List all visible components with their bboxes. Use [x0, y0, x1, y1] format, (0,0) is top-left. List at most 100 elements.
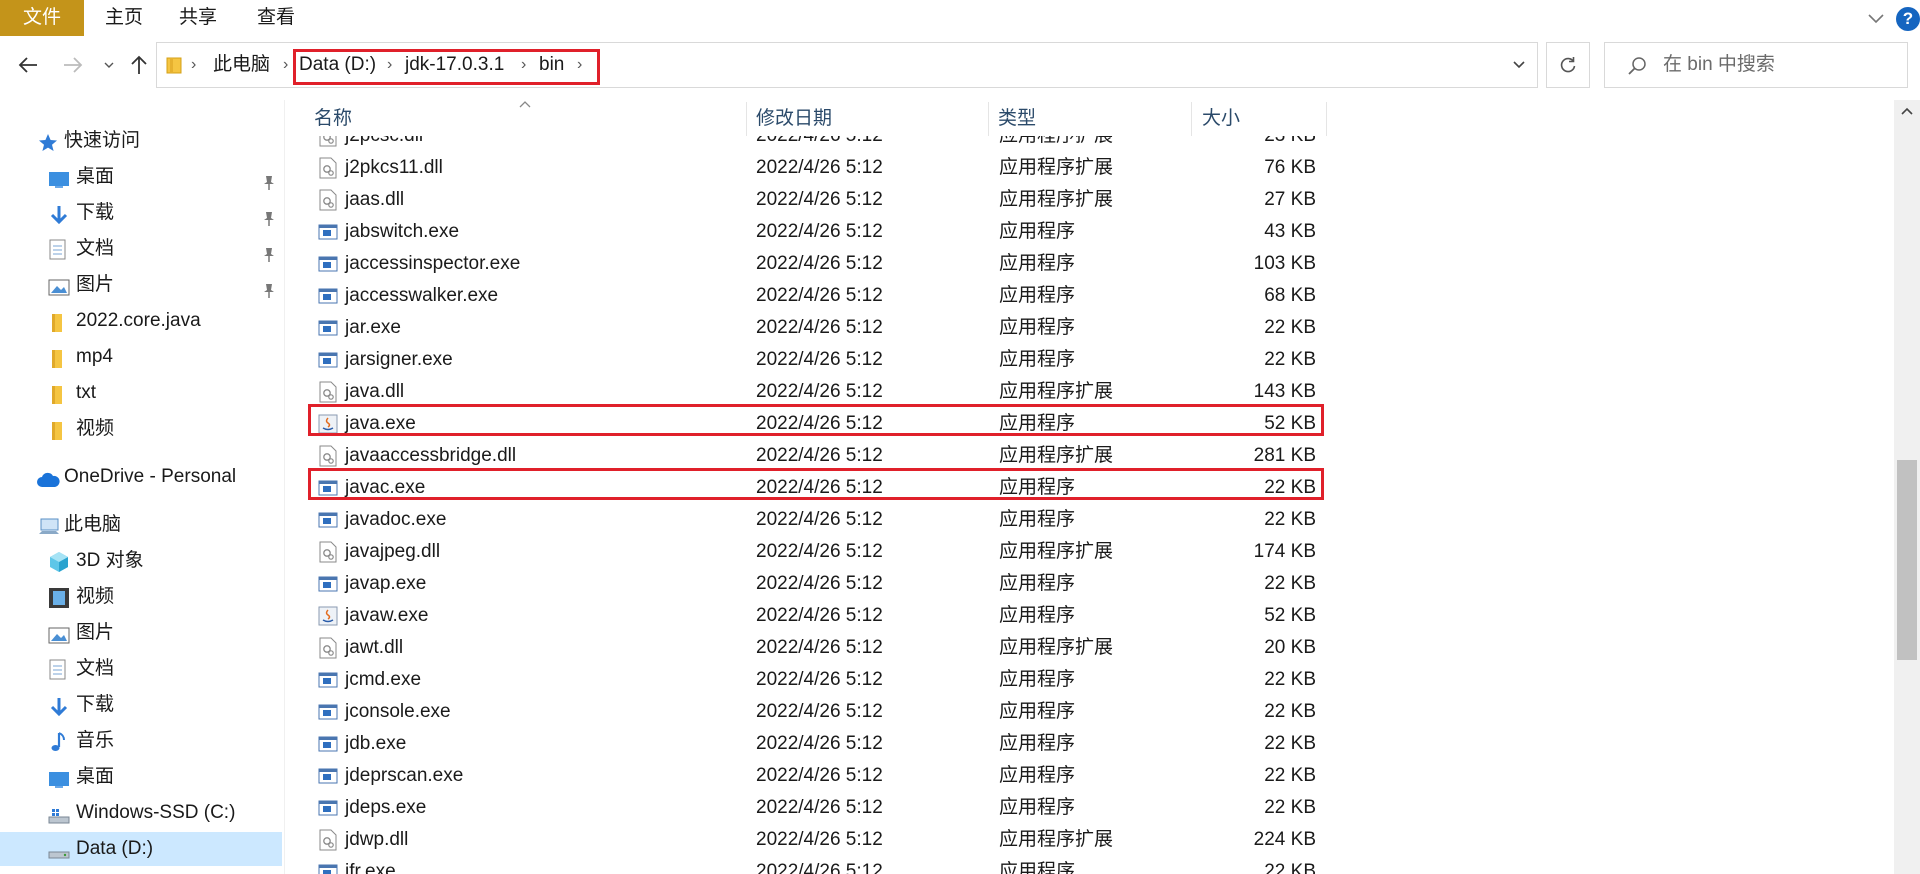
breadcrumb-this-pc[interactable]: 此电脑: [213, 43, 270, 87]
file-row[interactable]: jaccesswalker.exe 2022/4/26 5:12 应用程序 68 KB: [302, 280, 1328, 312]
address-dropdown-chevron-icon[interactable]: [1501, 43, 1537, 87]
file-size: 22 KB: [1264, 733, 1316, 754]
column-header-type[interactable]: 类型: [998, 102, 1188, 136]
sidebar-item-downloads[interactable]: 下载: [0, 196, 284, 230]
sidebar-item-videos-quick[interactable]: 视频: [0, 412, 284, 446]
sidebar-item-data-drive[interactable]: Data (D:): [0, 832, 282, 866]
tab-file[interactable]: 文件: [0, 0, 84, 36]
sidebar-item-pictures-pc[interactable]: 图片: [0, 616, 284, 650]
file-size: 22 KB: [1264, 797, 1316, 818]
file-row[interactable]: j2pkcs11.dll 2022/4/26 5:12 应用程序扩展 76 KB: [302, 152, 1328, 184]
file-row[interactable]: jar.exe 2022/4/26 5:12 应用程序 22 KB: [302, 312, 1328, 344]
pin-icon[interactable]: [262, 205, 276, 226]
tab-share[interactable]: 共享: [170, 0, 226, 36]
file-row[interactable]: jcmd.exe 2022/4/26 5:12 应用程序 22 KB: [302, 664, 1328, 696]
pin-icon[interactable]: [262, 277, 276, 298]
file-size: 20 KB: [1264, 637, 1316, 658]
file-row[interactable]: jdeprscan.exe 2022/4/26 5:12 应用程序 22 KB: [302, 760, 1328, 792]
breadcrumb-separator-icon[interactable]: ›: [191, 43, 196, 87]
pane-divider[interactable]: [284, 100, 285, 874]
file-type: 应用程序: [999, 797, 1076, 818]
file-row[interactable]: jawt.dll 2022/4/26 5:12 应用程序扩展 20 KB: [302, 632, 1328, 664]
sidebar-item-2022-core-java[interactable]: 2022.core.java: [0, 304, 284, 338]
file-row[interactable]: jdeps.exe 2022/4/26 5:12 应用程序 22 KB: [302, 792, 1328, 824]
sidebar-item-documents-pc[interactable]: 文档: [0, 652, 284, 686]
file-row[interactable]: javajpeg.dll 2022/4/26 5:12 应用程序扩展 174 KB: [302, 536, 1328, 568]
file-row[interactable]: javaw.exe 2022/4/26 5:12 应用程序 52 KB: [302, 600, 1328, 632]
column-separator[interactable]: [746, 102, 747, 136]
sidebar-item-downloads-pc[interactable]: 下载: [0, 688, 284, 722]
file-row[interactable]: jconsole.exe 2022/4/26 5:12 应用程序 22 KB: [302, 696, 1328, 728]
column-separator[interactable]: [1326, 102, 1327, 136]
file-size: 22 KB: [1264, 349, 1316, 370]
search-input[interactable]: 在 bin 中搜索: [1604, 42, 1908, 88]
download-arrow-icon: [48, 695, 70, 717]
file-date: 2022/4/26 5:12: [756, 157, 883, 178]
forward-arrow-icon[interactable]: [58, 50, 88, 80]
file-date: 2022/4/26 5:12: [756, 221, 883, 242]
sidebar-item-pictures[interactable]: 图片: [0, 268, 284, 302]
dll-file-icon: [318, 541, 338, 563]
file-row[interactable]: javadoc.exe 2022/4/26 5:12 应用程序 22 KB: [302, 504, 1328, 536]
scrollbar-thumb[interactable]: [1897, 460, 1917, 660]
column-separator[interactable]: [988, 102, 989, 136]
file-size: 27 KB: [1264, 189, 1316, 210]
scroll-up-chevron-icon[interactable]: [1899, 104, 1915, 122]
file-row[interactable]: jarsigner.exe 2022/4/26 5:12 应用程序 22 KB: [302, 344, 1328, 376]
column-separator[interactable]: [1191, 102, 1192, 136]
sidebar-item-txt[interactable]: txt: [0, 376, 284, 410]
sidebar-item-documents[interactable]: 文档: [0, 232, 284, 266]
exe-app-icon: [318, 573, 338, 595]
file-row[interactable]: j2pcsc.dll 2022/4/26 5:12 应用程序扩展 23 KB: [302, 136, 1328, 152]
tab-view[interactable]: 查看: [248, 0, 304, 36]
sidebar-item-label: Data (D:): [76, 838, 154, 859]
file-name: j2pkcs11.dll: [345, 157, 443, 178]
up-arrow-icon[interactable]: [124, 50, 154, 80]
file-row[interactable]: jfr.exe 2022/4/26 5:12 应用程序 22 KB: [302, 856, 1328, 874]
file-type: 应用程序: [999, 221, 1076, 242]
help-icon[interactable]: ?: [1896, 7, 1920, 31]
file-type: 应用程序扩展: [999, 157, 1114, 178]
pin-icon[interactable]: [262, 169, 276, 190]
sidebar-onedrive[interactable]: OneDrive - Personal: [0, 460, 284, 494]
file-size: 22 KB: [1264, 317, 1316, 338]
sidebar-item-3d-objects[interactable]: 3D 对象: [0, 544, 284, 578]
file-row[interactable]: jdwp.dll 2022/4/26 5:12 应用程序扩展 224 KB: [302, 824, 1328, 856]
exe-app-icon: [318, 253, 338, 275]
sidebar-item-videos[interactable]: 视频: [0, 580, 284, 614]
breadcrumb-separator-icon[interactable]: ›: [283, 43, 288, 87]
file-date: 2022/4/26 5:12: [756, 701, 883, 722]
file-row[interactable]: jabswitch.exe 2022/4/26 5:12 应用程序 43 KB: [302, 216, 1328, 248]
file-row[interactable]: javap.exe 2022/4/26 5:12 应用程序 22 KB: [302, 568, 1328, 600]
recent-locations-chevron-icon[interactable]: [94, 50, 124, 80]
column-header-date[interactable]: 修改日期: [756, 102, 986, 136]
tab-home[interactable]: 主页: [96, 0, 152, 36]
expand-ribbon-chevron-icon[interactable]: [1864, 6, 1888, 30]
exe-app-icon: [318, 797, 338, 819]
dll-file-icon: [318, 189, 338, 211]
file-row[interactable]: jdb.exe 2022/4/26 5:12 应用程序 22 KB: [302, 728, 1328, 760]
sidebar-item-windows-ssd[interactable]: Windows-SSD (C:): [0, 796, 284, 830]
sidebar-this-pc[interactable]: 此电脑: [0, 508, 284, 542]
column-header-size[interactable]: 大小: [1202, 102, 1322, 136]
sidebar-onedrive-label: OneDrive - Personal: [64, 466, 237, 487]
file-row[interactable]: jaas.dll 2022/4/26 5:12 应用程序扩展 27 KB: [302, 184, 1328, 216]
file-type: 应用程序扩展: [999, 637, 1114, 658]
sidebar-quick-access[interactable]: 快速访问: [0, 124, 284, 158]
column-header-name[interactable]: 名称: [314, 102, 744, 136]
file-row[interactable]: jaccessinspector.exe 2022/4/26 5:12 应用程序 10…: [302, 248, 1328, 280]
sidebar-item-desktop-pc[interactable]: 桌面: [0, 760, 284, 794]
file-type: 应用程序扩展: [999, 829, 1114, 850]
sidebar-item-desktop[interactable]: 桌面: [0, 160, 284, 194]
file-type: 应用程序扩展: [999, 189, 1114, 210]
pin-icon[interactable]: [262, 241, 276, 262]
back-arrow-icon[interactable]: [13, 50, 43, 80]
vertical-scrollbar[interactable]: [1894, 100, 1920, 874]
sidebar-item-mp4[interactable]: mp4: [0, 340, 284, 374]
file-type: 应用程序扩展: [999, 136, 1113, 152]
refresh-icon[interactable]: [1546, 42, 1590, 88]
file-type: 应用程序: [999, 861, 1076, 874]
sidebar-item-music[interactable]: 音乐: [0, 724, 284, 758]
file-name: jar.exe: [345, 317, 401, 338]
file-type: 应用程序: [999, 317, 1076, 338]
